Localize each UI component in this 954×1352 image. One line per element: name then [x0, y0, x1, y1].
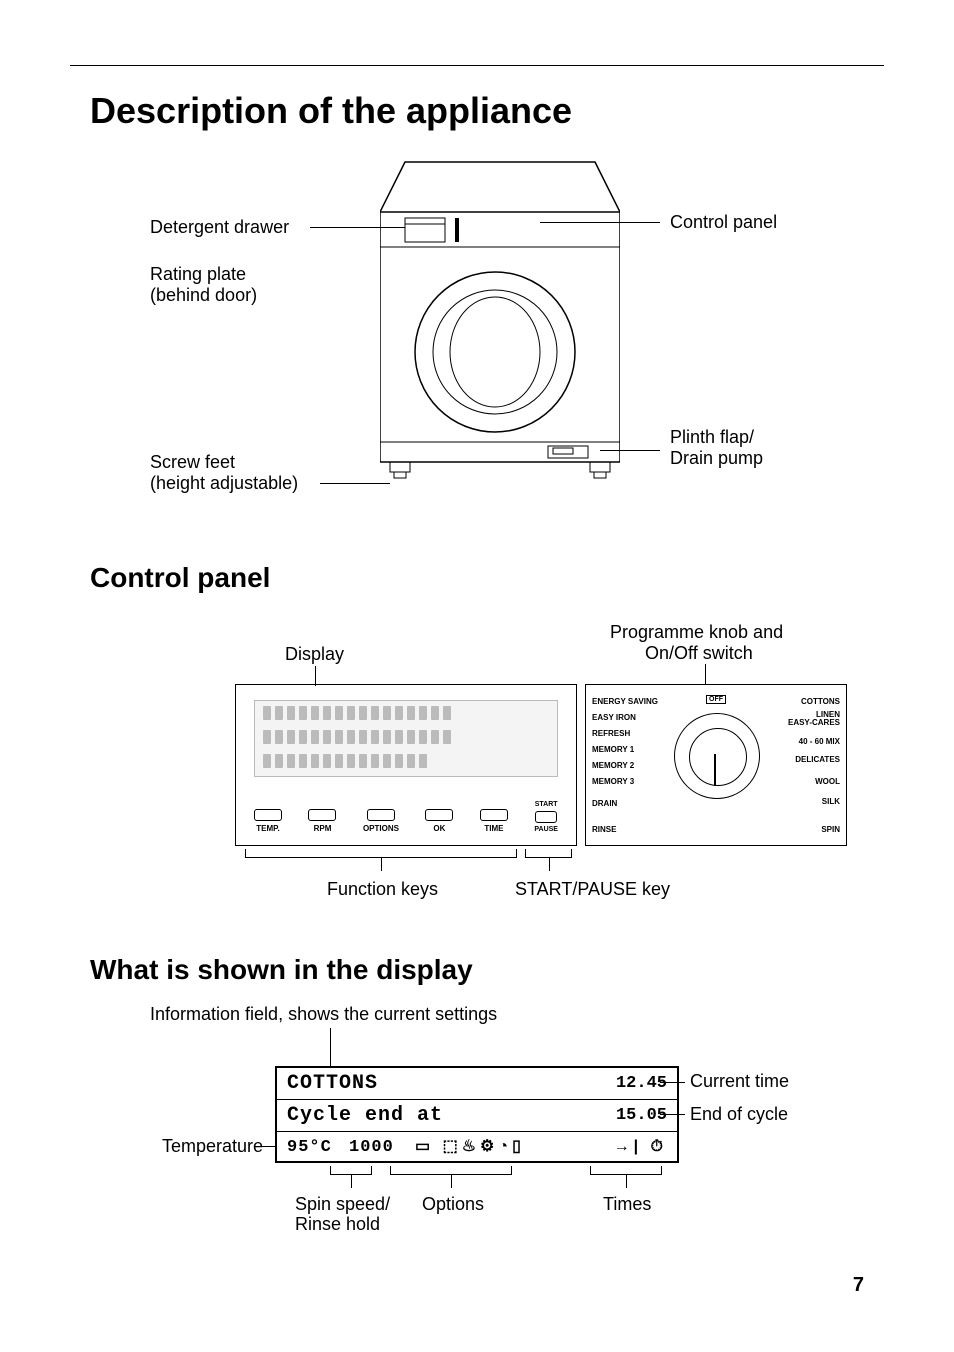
label-options-below: Options: [422, 1194, 484, 1215]
control-panel-diagram: Display Programme knob and On/Off switch…: [90, 604, 864, 924]
display-diagram: Information field, shows the current set…: [90, 996, 864, 1256]
lcd-time-icons: →| ⏱: [614, 1138, 667, 1156]
label-info-field: Information field, shows the current set…: [150, 1004, 497, 1025]
page-title: Description of the appliance: [90, 90, 864, 132]
btn-rpm: RPM: [308, 809, 336, 833]
panel-body: TEMP. RPM OPTIONS OK TIME START PAUSE: [235, 684, 577, 846]
lcd-temp: 95°C: [287, 1138, 332, 1157]
lcd-clock: 12.45: [616, 1074, 667, 1093]
btn-ok: OK: [425, 809, 453, 833]
label-rating-plate-2: (behind door): [150, 285, 257, 306]
btn-options: OPTIONS: [363, 809, 399, 833]
heading-control-panel: Control panel: [90, 562, 864, 594]
knob-off-label: OFF: [706, 695, 726, 704]
btn-time: TIME: [480, 809, 508, 833]
label-knob-1: Programme knob and: [610, 622, 783, 643]
label-plinth-1: Plinth flap/: [670, 427, 754, 448]
label-detergent-drawer: Detergent drawer: [150, 217, 289, 238]
heading-display: What is shown in the display: [90, 954, 864, 986]
label-times: Times: [603, 1194, 651, 1215]
label-plinth-2: Drain pump: [670, 448, 763, 469]
label-temperature: Temperature: [162, 1136, 263, 1157]
label-control-panel: Control panel: [670, 212, 777, 233]
label-spin-1: Spin speed/: [295, 1194, 390, 1215]
panel-lcd-icon: [254, 700, 558, 777]
knob-icon: [674, 713, 760, 799]
lcd-cycle-end-time: 15.05: [616, 1106, 667, 1125]
label-rating-plate-1: Rating plate: [150, 264, 246, 285]
label-function-keys: Function keys: [327, 879, 438, 900]
programme-knob: OFF ENERGY SAVING EASY IRON REFRESH MEMO…: [585, 684, 847, 846]
label-spin-2: Rinse hold: [295, 1214, 380, 1235]
label-screw-feet-2: (height adjustable): [150, 473, 298, 494]
label-screw-feet-1: Screw feet: [150, 452, 235, 473]
label-knob-2: On/Off switch: [645, 643, 753, 664]
appliance-diagram: Detergent drawer Rating plate (behind do…: [90, 152, 864, 532]
lcd-display: COTTONS 12.45 Cycle end at 15.05 95°C 10…: [275, 1066, 679, 1163]
lcd-option-icons: ▭ ⬚♨⚙◔▯: [415, 1138, 525, 1155]
btn-start-pause: START PAUSE: [534, 801, 558, 833]
btn-temp: TEMP.: [254, 809, 282, 833]
lcd-spin: 1000: [349, 1138, 394, 1157]
label-end-of-cycle: End of cycle: [690, 1104, 788, 1125]
label-current-time: Current time: [690, 1071, 789, 1092]
page-number: 7: [853, 1274, 864, 1297]
lcd-cycle-end-text: Cycle end at: [287, 1104, 443, 1127]
label-display: Display: [285, 644, 344, 665]
label-start-pause: START/PAUSE key: [515, 879, 670, 900]
lcd-programme: COTTONS: [287, 1072, 378, 1095]
